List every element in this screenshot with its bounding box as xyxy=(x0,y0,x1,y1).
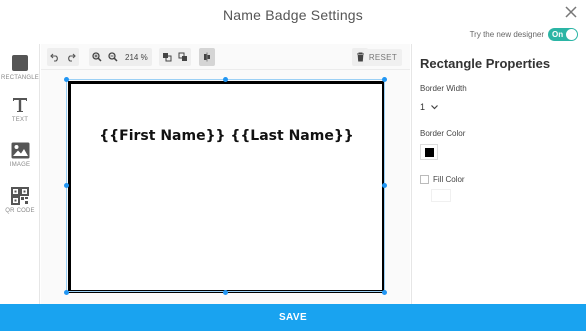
border-color-label: Border Color xyxy=(420,129,466,138)
resize-handle-bottom[interactable] xyxy=(223,290,228,295)
reset-button[interactable]: RESET xyxy=(363,49,402,66)
qr-code-icon xyxy=(11,187,29,205)
fill-color-checkbox[interactable] xyxy=(420,175,429,184)
align-center-icon xyxy=(204,52,210,62)
resize-handle-right[interactable] xyxy=(382,183,387,188)
text-icon xyxy=(13,98,27,112)
toggle-knob xyxy=(566,28,577,40)
tool-qr-code-label: QR CODE xyxy=(5,208,35,214)
border-width-select[interactable]: 1 xyxy=(420,100,450,114)
tool-rectangle-label: RECTANGLE xyxy=(0,75,40,81)
undo-icon xyxy=(50,53,58,62)
tool-qr-code[interactable]: QR CODE xyxy=(0,187,40,214)
send-backward-button[interactable] xyxy=(175,48,191,66)
border-color-chip xyxy=(425,148,434,157)
resize-handle-top-right[interactable] xyxy=(382,77,387,82)
border-width-value: 1 xyxy=(420,102,426,112)
editor-toolbar: 214 % RESET xyxy=(41,44,410,70)
bring-forward-icon xyxy=(163,53,172,62)
new-designer-toggle[interactable]: On xyxy=(548,27,578,41)
send-backward-icon xyxy=(178,52,187,61)
zoom-in-icon xyxy=(92,52,102,62)
page-title: Name Badge Settings xyxy=(223,7,363,23)
zoom-out-button[interactable] xyxy=(105,48,121,66)
resize-handle-top-left[interactable] xyxy=(64,77,69,82)
badge-name-text[interactable]: {{First Name}} {{Last Name}} xyxy=(71,128,382,144)
toggle-state-label: On xyxy=(552,29,564,39)
tool-text-label: TEXT xyxy=(11,117,29,123)
canvas-area[interactable]: {{First Name}} {{Last Name}} xyxy=(41,71,410,304)
properties-title: Rectangle Properties xyxy=(420,56,551,71)
tool-image-label: IMAGE xyxy=(9,162,31,168)
badge-editor: 214 % RESET {{First Name}} {{Last Name}} xyxy=(41,44,410,304)
save-button[interactable]: SAVE xyxy=(0,304,586,331)
history-group xyxy=(47,48,79,66)
resize-handle-bottom-left[interactable] xyxy=(64,290,69,295)
new-designer-label: Try the new designer xyxy=(469,29,544,39)
redo-icon xyxy=(68,53,76,62)
close-icon[interactable] xyxy=(564,5,578,19)
new-designer-toggle-row: Try the new designer On xyxy=(470,27,578,41)
align-center-button[interactable] xyxy=(199,48,215,66)
image-icon xyxy=(11,142,29,159)
fill-color-label: Fill Color xyxy=(433,175,465,184)
border-width-label: Border Width xyxy=(420,84,467,93)
fill-color-swatch[interactable] xyxy=(431,189,451,202)
arrange-group xyxy=(159,48,191,66)
zoom-group: 214 % xyxy=(89,48,152,66)
zoom-in-button[interactable] xyxy=(89,48,105,66)
modal-header: Name Badge Settings Try the new designer… xyxy=(0,0,586,41)
rectangle-icon xyxy=(12,55,28,71)
element-tools-sidebar: RECTANGLE TEXT IMAGE QR CODE xyxy=(0,44,40,304)
tool-image[interactable]: IMAGE xyxy=(0,142,40,168)
bring-forward-button[interactable] xyxy=(159,48,175,66)
properties-panel: Rectangle Properties Border Width 1 Bord… xyxy=(411,44,586,304)
tool-text[interactable]: TEXT xyxy=(0,96,40,123)
zoom-out-icon xyxy=(108,52,118,62)
badge-rectangle[interactable]: {{First Name}} {{Last Name}} xyxy=(68,81,385,293)
tool-rectangle[interactable]: RECTANGLE xyxy=(0,54,40,81)
chevron-down-icon xyxy=(431,104,438,109)
zoom-level: 214 % xyxy=(125,52,148,62)
border-color-swatch[interactable] xyxy=(420,144,438,160)
resize-handle-bottom-right[interactable] xyxy=(382,290,387,295)
undo-button[interactable] xyxy=(47,48,63,66)
resize-handle-left[interactable] xyxy=(64,183,69,188)
redo-button[interactable] xyxy=(63,48,79,66)
resize-handle-top[interactable] xyxy=(223,77,228,82)
align-group xyxy=(199,48,215,66)
